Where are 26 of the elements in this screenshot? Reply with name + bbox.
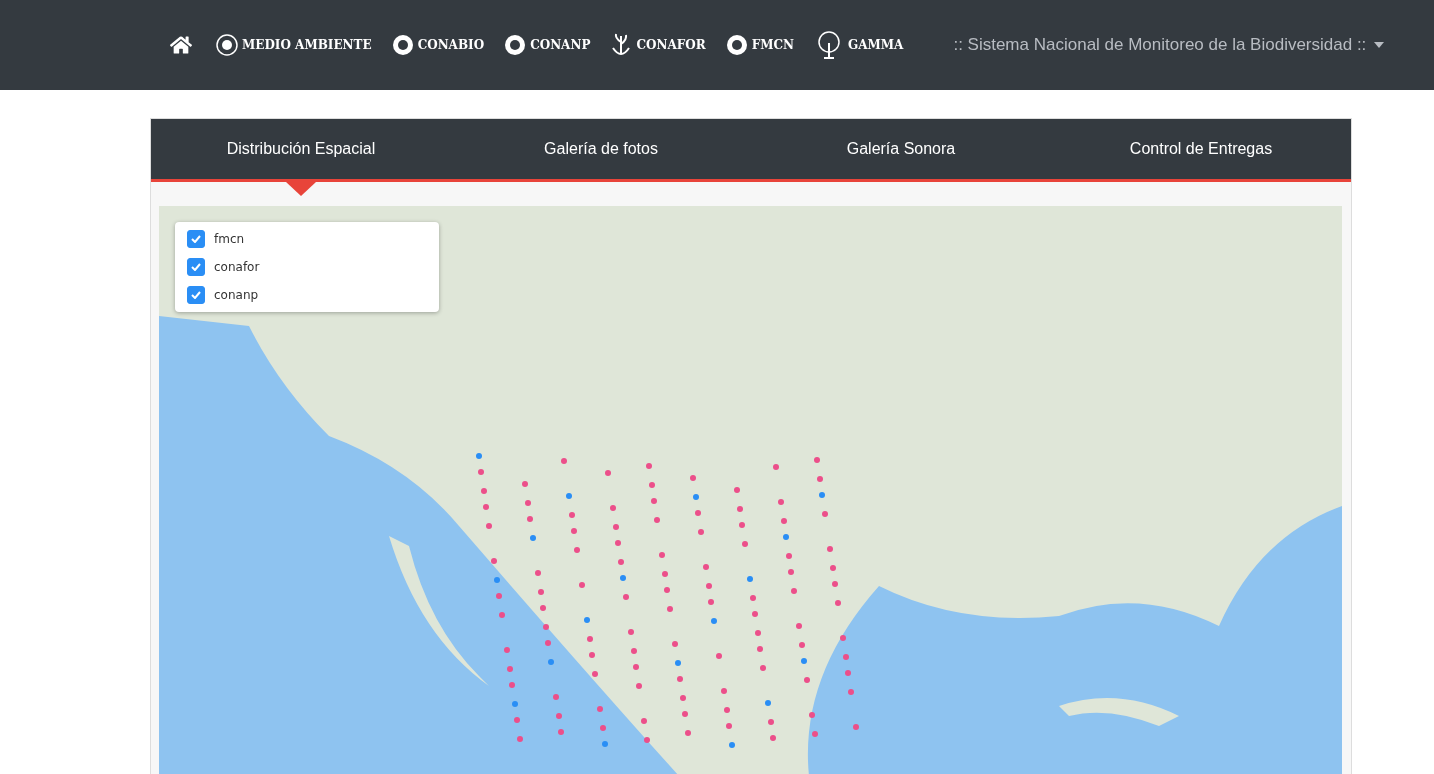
tab[interactable]: Galería Sonora	[751, 119, 1051, 179]
layer-toggle[interactable]: conanp	[187, 286, 427, 304]
logo-text: MEDIO AMBIENTE	[242, 38, 372, 52]
circle-logo-icon	[504, 34, 527, 56]
check-icon	[191, 263, 201, 271]
checkbox[interactable]	[187, 258, 205, 276]
system-dropdown[interactable]: :: Sistema Nacional de Monitoreo de la Biodiversidad ::	[953, 35, 1385, 55]
logo-text: CONAFOR	[636, 38, 706, 52]
check-icon	[191, 291, 201, 299]
logo-text: FMCN	[751, 38, 794, 52]
layer-toggle[interactable]: fmcn	[187, 230, 427, 248]
checkbox[interactable]	[187, 286, 205, 304]
layer-toggle[interactable]: conafor	[187, 258, 427, 276]
plant-icon	[610, 32, 633, 58]
check-icon	[191, 235, 201, 243]
checkbox[interactable]	[187, 230, 205, 248]
home-icon[interactable]	[170, 34, 192, 56]
circle-logo-icon	[725, 34, 748, 56]
logo-text: CONANP	[530, 38, 591, 52]
emblem-icon	[216, 34, 238, 56]
logo-text: CONABIO	[417, 38, 485, 52]
tab[interactable]: Galería de fotos	[451, 119, 751, 179]
tab[interactable]: Control de Entregas	[1051, 119, 1351, 179]
logo-text: GAMMA	[847, 38, 904, 52]
caret-icon	[1374, 42, 1385, 48]
circle-logo-icon	[391, 34, 414, 56]
